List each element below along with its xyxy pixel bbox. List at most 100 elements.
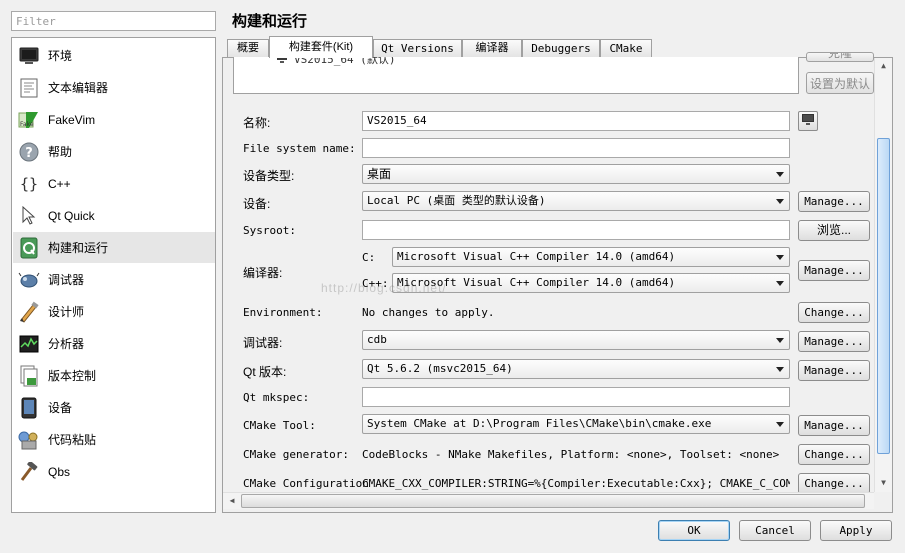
device-select[interactable]: Local PC (桌面 类型的默认设备) xyxy=(362,191,790,211)
sidebar-item-designer[interactable]: 设计师 xyxy=(13,296,215,327)
device-type-select[interactable]: 桌面 xyxy=(362,164,790,184)
chevron-down-icon xyxy=(776,255,784,260)
sidebar-item-devices[interactable]: 设备 xyxy=(13,392,215,423)
cursor-icon xyxy=(18,205,40,227)
sidebar-item-label: FakeVim xyxy=(48,112,96,127)
braces-icon: {} xyxy=(18,173,40,195)
cmake-tool-manage-button[interactable]: Manage... xyxy=(798,415,870,436)
svg-text:Fake: Fake xyxy=(20,121,34,128)
monitor-icon xyxy=(801,113,815,129)
sidebar-item-build-run[interactable]: 构建和运行 xyxy=(13,232,215,263)
chevron-down-icon xyxy=(776,281,784,286)
page-title: 构建和运行 xyxy=(232,13,308,30)
debugger-manage-button[interactable]: Manage... xyxy=(798,331,870,352)
environment-value: No changes to apply. xyxy=(362,306,495,319)
tab-cmake[interactable]: CMake xyxy=(600,39,652,57)
debugger-icon xyxy=(18,269,40,291)
c-compiler-select[interactable]: Microsoft Visual C++ Compiler 14.0 (amd6… xyxy=(392,247,790,267)
scroll-up-icon[interactable]: ▲ xyxy=(876,59,891,73)
compiler-label: 编译器: xyxy=(243,266,283,280)
debugger-select[interactable]: cdb xyxy=(362,330,790,350)
make-default-button[interactable]: 设置为默认 xyxy=(806,72,874,94)
scroll-left-icon[interactable]: ◀ xyxy=(225,494,239,508)
environment-label: Environment: xyxy=(243,306,323,319)
sidebar-item-label: C++ xyxy=(48,176,71,191)
cmake-generator-change-button[interactable]: Change... xyxy=(798,444,870,465)
tab-qt-versions[interactable]: Qt Versions xyxy=(373,39,462,57)
horizontal-scrollbar[interactable]: ◀ xyxy=(223,492,874,509)
kit-list[interactable]: VS2015_64 (默认) xyxy=(233,57,799,94)
sidebar-item-version-control[interactable]: 版本控制 xyxy=(13,360,215,391)
sidebar-item-fakevim[interactable]: Fake FakeVim xyxy=(13,104,215,135)
sidebar-item-code-paste[interactable]: 代码粘贴 xyxy=(13,424,215,455)
device-manage-button[interactable]: Manage... xyxy=(798,191,870,212)
watermark: http://blog.csdn.net/ xyxy=(321,281,447,295)
vertical-scrollbar-thumb[interactable] xyxy=(877,138,890,454)
sysroot-label: Sysroot: xyxy=(243,224,296,237)
chevron-down-icon xyxy=(776,199,784,204)
tab-debuggers[interactable]: Debuggers xyxy=(522,39,600,57)
qt-version-manage-button[interactable]: Manage... xyxy=(798,360,870,381)
environment-change-button[interactable]: Change... xyxy=(798,302,870,323)
analyzer-icon xyxy=(18,333,40,355)
device-icon xyxy=(18,397,40,419)
sidebar-item-label: 设计师 xyxy=(48,305,85,319)
sysroot-input[interactable] xyxy=(362,220,790,240)
sidebar-item-label: 帮助 xyxy=(48,145,73,159)
sidebar-item-label: 文本编辑器 xyxy=(48,81,109,95)
cmake-generator-value: CodeBlocks - NMake Makefiles, Platform: … xyxy=(362,448,780,461)
sidebar-item-environment[interactable]: 环境 xyxy=(13,40,215,71)
sidebar-item-help[interactable]: ? 帮助 xyxy=(13,136,215,167)
svg-text:?: ? xyxy=(25,146,33,161)
cmake-configuration-change-button[interactable]: Change... xyxy=(798,473,870,494)
tab-compilers[interactable]: 编译器 xyxy=(462,39,522,57)
chevron-down-icon xyxy=(776,422,784,427)
sidebar-item-debugger[interactable]: 调试器 xyxy=(13,264,215,295)
clone-button[interactable]: 克隆 xyxy=(806,52,874,62)
settings-category-list: 环境 文本编辑器 Fake FakeVim ? 帮助 {} C++ Qt Qui… xyxy=(11,37,216,513)
sidebar-item-label: Qbs xyxy=(48,464,71,479)
chevron-down-icon xyxy=(776,367,784,372)
cmake-tool-select[interactable]: System CMake at D:\Program Files\CMake\b… xyxy=(362,414,790,434)
sidebar-item-label: Qt Quick xyxy=(48,208,95,223)
qt-mkspec-label: Qt mkspec: xyxy=(243,391,310,404)
vertical-scrollbar[interactable]: ▲ ▼ xyxy=(874,58,892,492)
sidebar-item-label: 版本控制 xyxy=(48,369,97,383)
scroll-down-icon[interactable]: ▼ xyxy=(876,476,891,490)
c-compiler-label: C: xyxy=(362,251,376,264)
cmake-configuration-value: CMAKE_CXX_COMPILER:STRING=%{Compiler:Exe… xyxy=(362,477,790,490)
cpp-compiler-select[interactable]: Microsoft Visual C++ Compiler 14.0 (amd6… xyxy=(392,273,790,293)
qt-version-label: Qt 版本: xyxy=(243,365,287,379)
fakevim-icon: Fake xyxy=(18,109,40,131)
qt-version-select[interactable]: Qt 5.6.2 (msvc2015_64) xyxy=(362,359,790,379)
ok-button[interactable]: OK xyxy=(658,520,730,541)
sysroot-browse-button[interactable]: 浏览... xyxy=(798,220,870,241)
code-paste-icon xyxy=(18,429,40,451)
sidebar-item-qt-quick[interactable]: Qt Quick xyxy=(13,200,215,231)
filter-input[interactable] xyxy=(11,11,216,31)
tab-overview[interactable]: 概要 xyxy=(227,39,269,57)
cancel-button[interactable]: Cancel xyxy=(739,520,811,541)
sidebar-item-cpp[interactable]: {} C++ xyxy=(13,168,215,199)
cmake-generator-label: CMake generator: xyxy=(243,448,349,461)
kit-icon-button[interactable] xyxy=(798,111,818,131)
sidebar-item-qbs[interactable]: Qbs xyxy=(13,456,215,487)
cmake-tool-label: CMake Tool: xyxy=(243,419,316,432)
desktop-icon xyxy=(276,57,288,67)
sidebar-item-label: 环境 xyxy=(48,49,73,63)
device-label: 设备: xyxy=(243,197,271,211)
sidebar-item-label: 构建和运行 xyxy=(48,241,109,255)
horizontal-scrollbar-thumb[interactable] xyxy=(241,494,865,508)
sidebar-item-text-editor[interactable]: 文本编辑器 xyxy=(13,72,215,103)
name-input[interactable]: VS2015_64 xyxy=(362,111,790,131)
kit-list-item[interactable]: VS2015_64 (默认) xyxy=(276,57,395,67)
qt-mkspec-input[interactable] xyxy=(362,387,790,407)
compiler-manage-button[interactable]: Manage... xyxy=(798,260,870,281)
sidebar-item-label: 分析器 xyxy=(48,337,85,351)
apply-button[interactable]: Apply xyxy=(820,520,892,541)
sidebar-item-analyzer[interactable]: 分析器 xyxy=(13,328,215,359)
file-system-name-input[interactable] xyxy=(362,138,790,158)
tab-kits[interactable]: 构建套件(Kit) xyxy=(269,36,373,58)
designer-icon xyxy=(18,301,40,323)
name-label: 名称: xyxy=(243,116,271,130)
